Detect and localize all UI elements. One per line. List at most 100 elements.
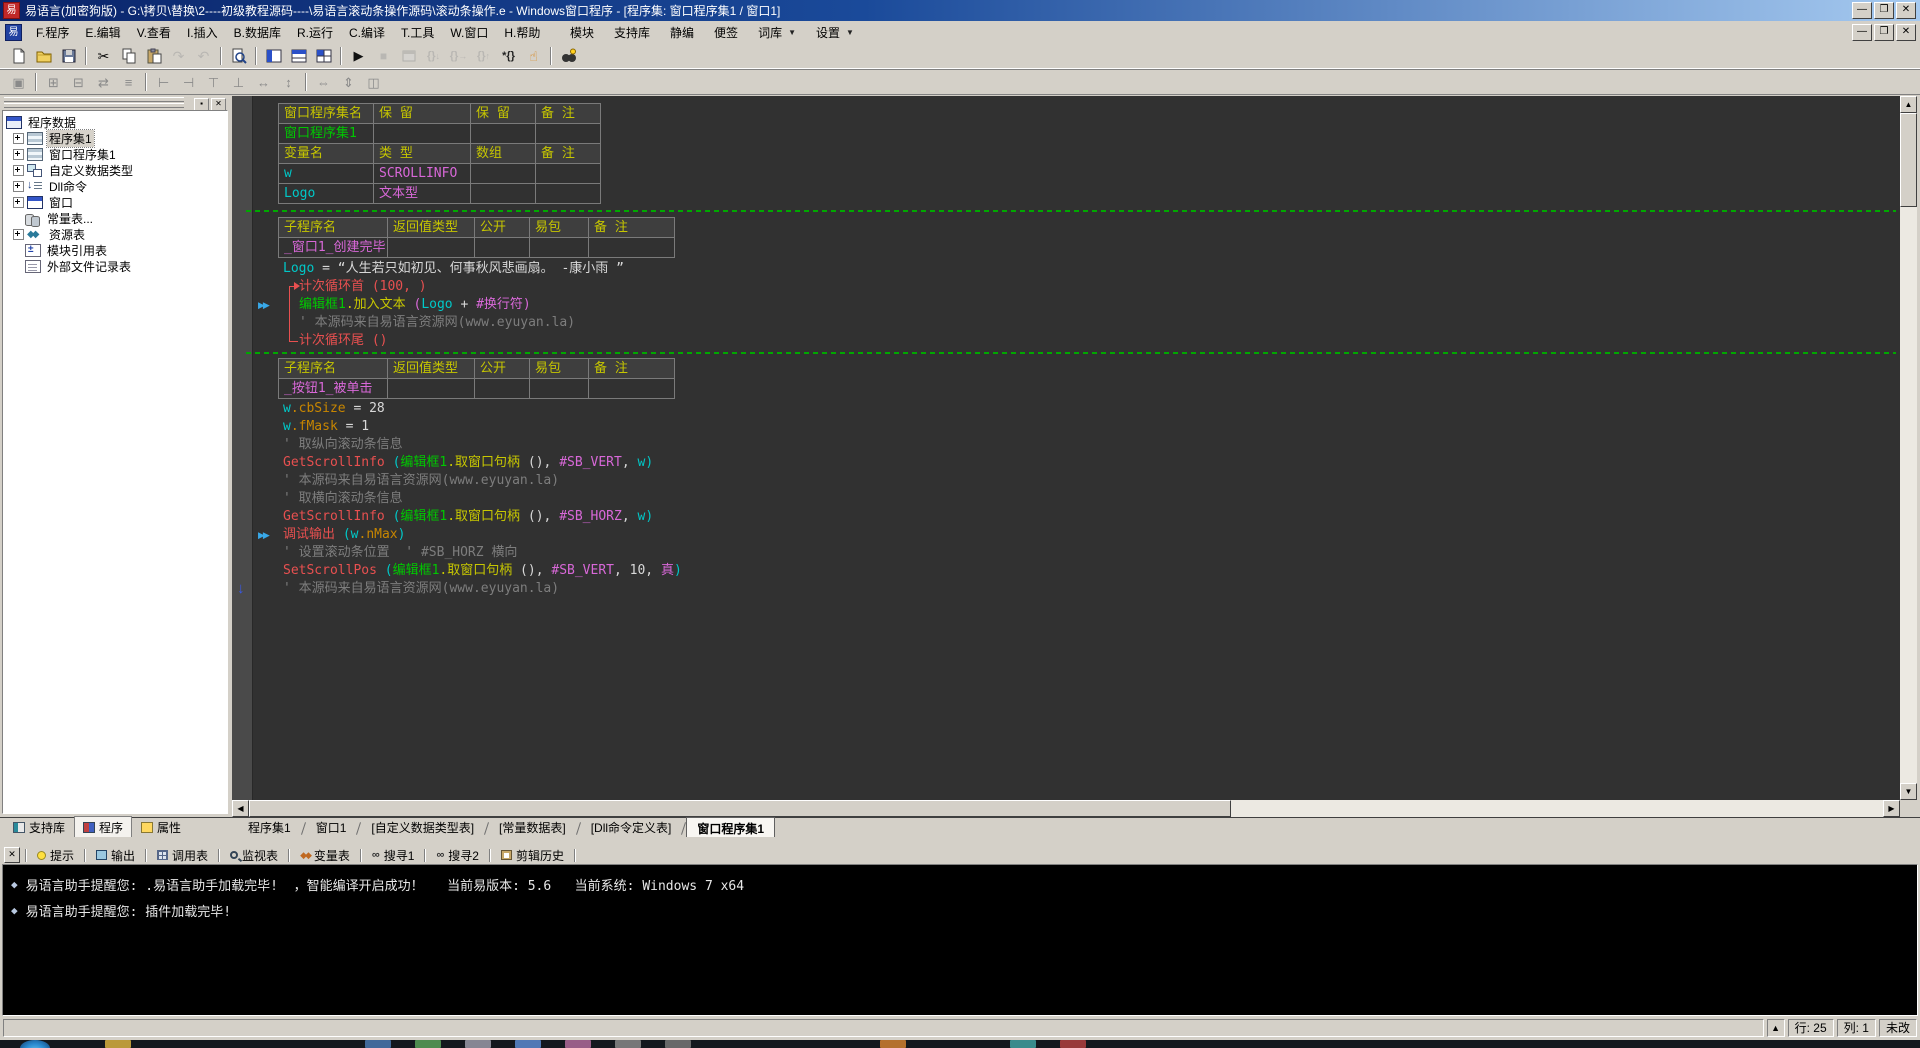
vertical-scroll-thumb[interactable] <box>1900 113 1917 207</box>
find-button[interactable] <box>226 45 251 66</box>
tree-item-resource-table[interactable]: 资源表 <box>3 226 227 242</box>
menu-notes[interactable]: 便签 <box>704 21 748 44</box>
code-line[interactable]: 编辑框1.加入文本 (Logo + #换行符) <box>299 296 531 314</box>
doc-tab-custom-datatype-table[interactable]: [自定义数据类型表] <box>361 817 484 839</box>
table-cell[interactable] <box>536 184 601 204</box>
menu-support-lib[interactable]: 支持库 <box>604 21 660 44</box>
table-header-cell[interactable]: 备 注 <box>589 218 675 238</box>
new-file-button[interactable] <box>6 45 31 66</box>
code-line[interactable]: GetScrollInfo (编辑框1.取窗口句柄 (), #SB_HORZ, … <box>283 508 653 526</box>
space-vertical-button[interactable]: ↕ <box>276 72 301 93</box>
menu-run[interactable]: R.运行 <box>289 21 341 44</box>
tree-item-window-assembly-1[interactable]: 窗口程序集1 <box>3 146 227 162</box>
tree-item-module-ref-table[interactable]: 模块引用表 <box>3 242 227 258</box>
table-header-cell[interactable]: 备 注 <box>536 144 601 164</box>
definition-table[interactable]: 子程序名返回值类型公开易包备 注_按钮1_被单击 <box>278 358 675 399</box>
tree-item-windows[interactable]: 窗口 <box>3 194 227 210</box>
tab-order-button[interactable]: ≡ <box>116 72 141 93</box>
code-line[interactable]: GetScrollInfo (编辑框1.取窗口句柄 (), #SB_VERT, … <box>283 454 653 472</box>
table-cell[interactable] <box>589 238 675 258</box>
pause-button[interactable]: ☝ <box>521 45 546 66</box>
table-cell[interactable] <box>536 124 601 144</box>
scroll-down-icon[interactable]: ▼ <box>1900 783 1917 800</box>
table-cell[interactable]: SCROLLINFO <box>374 164 471 184</box>
output-close-button[interactable]: ✕ <box>4 847 20 863</box>
table-header-cell[interactable]: 变量名 <box>279 144 374 164</box>
tree-item-program-data[interactable]: 程序数据 <box>3 114 227 130</box>
tree-item-dll-commands[interactable]: Dll命令 <box>3 178 227 194</box>
view-program-panel-button[interactable] <box>261 45 286 66</box>
editor-horizontal-scrollbar[interactable]: ◀ ▶ <box>232 800 1900 817</box>
child-minimize-button[interactable]: — <box>1852 24 1872 41</box>
definition-table[interactable]: 窗口程序集名保 留保 留备 注窗口程序集1变量名类 型数组备 注wSCROLLI… <box>278 103 601 204</box>
table-cell[interactable] <box>388 238 475 258</box>
copy-button[interactable] <box>116 45 141 66</box>
table-header-cell[interactable]: 返回值类型 <box>388 218 475 238</box>
pinned-app-icon[interactable] <box>565 1040 591 1048</box>
output-tab-hint[interactable]: 提示 <box>28 846 83 865</box>
insert-column-button[interactable]: ⊞ <box>41 72 66 93</box>
table-header-cell[interactable]: 子程序名 <box>279 218 388 238</box>
table-cell[interactable] <box>475 379 530 399</box>
code-line[interactable]: w.fMask = 1 <box>283 418 369 436</box>
output-tab-output[interactable]: 输出 <box>87 846 144 865</box>
menu-help[interactable]: H.帮助 <box>496 21 548 44</box>
table-cell[interactable] <box>589 379 675 399</box>
tree-item-assembly-1[interactable]: 程序集1 <box>3 130 227 146</box>
align-top-edges-button[interactable]: ⊤ <box>201 72 226 93</box>
table-header-cell[interactable]: 公开 <box>475 359 530 379</box>
table-cell[interactable] <box>471 124 536 144</box>
close-button[interactable]: ✕ <box>1896 2 1916 19</box>
scroll-right-icon[interactable]: ▶ <box>1883 800 1900 817</box>
definition-table[interactable]: 子程序名返回值类型公开易包备 注_窗口1_创建完毕 <box>278 217 675 258</box>
table-cell[interactable]: _按钮1_被单击 <box>279 379 388 399</box>
table-cell[interactable] <box>374 124 471 144</box>
menu-insert[interactable]: I.插入 <box>179 21 226 44</box>
pinned-app-icon[interactable] <box>415 1040 441 1048</box>
code-line[interactable]: Logo = “人生若只如初见、何事秋风悲画扇。 -康小雨 ” <box>283 260 624 278</box>
output-tab-search-2[interactable]: ∞搜寻2 <box>427 846 488 865</box>
table-header-cell[interactable]: 类 型 <box>374 144 471 164</box>
expand-plus-icon[interactable] <box>13 133 24 144</box>
doc-tab-dll-define-table[interactable]: [Dll命令定义表] <box>581 817 682 839</box>
pinned-app-icon[interactable] <box>1010 1040 1036 1048</box>
pinned-app-icon[interactable] <box>615 1040 641 1048</box>
pinned-app-icon[interactable] <box>105 1040 131 1048</box>
doc-tab-assembly-1[interactable]: 程序集1 <box>238 817 301 839</box>
output-console[interactable]: ◆易语言助手提醒您: .易语言助手加载完毕! ，智能编译开启成功！ 当前易版本:… <box>2 864 1918 1016</box>
insert-row-button[interactable]: ⊟ <box>66 72 91 93</box>
code-line[interactable]: ' 取横向滚动条信息 <box>283 490 403 508</box>
pinned-app-icon[interactable] <box>515 1040 541 1048</box>
table-header-cell[interactable]: 返回值类型 <box>388 359 475 379</box>
code-editor[interactable]: 窗口程序集名保 留保 留备 注窗口程序集1变量名类 型数组备 注wSCROLLI… <box>232 96 1900 800</box>
table-header-cell[interactable]: 保 留 <box>471 104 536 124</box>
menu-tools[interactable]: T.工具 <box>393 21 442 44</box>
menu-program[interactable]: F.程序 <box>28 21 77 44</box>
menu-view[interactable]: V.查看 <box>129 21 179 44</box>
table-header-cell[interactable]: 备 注 <box>589 359 675 379</box>
horizontal-scroll-thumb[interactable] <box>249 800 1231 817</box>
table-cell[interactable] <box>530 238 589 258</box>
same-size-button[interactable]: ◫ <box>361 72 386 93</box>
code-line[interactable]: ' 取纵向滚动条信息 <box>283 436 403 454</box>
child-restore-button[interactable]: ❐ <box>1874 24 1894 41</box>
expand-plus-icon[interactable] <box>13 165 24 176</box>
menu-lexicon[interactable]: 词库▼ <box>748 21 806 44</box>
caret-jump-button[interactable]: ▲ <box>1767 1019 1785 1037</box>
menu-edit[interactable]: E.编辑 <box>77 21 128 44</box>
table-header-cell[interactable]: 窗口程序集名 <box>279 104 374 124</box>
panel-grip[interactable]: ▪ ✕ <box>2 97 230 110</box>
view-output-panel-button[interactable] <box>286 45 311 66</box>
form-preview-button[interactable]: ▣ <box>6 72 31 93</box>
table-cell[interactable] <box>388 379 475 399</box>
expand-plus-icon[interactable] <box>13 197 24 208</box>
table-header-cell[interactable]: 保 留 <box>374 104 471 124</box>
table-header-cell[interactable]: 公开 <box>475 218 530 238</box>
table-header-cell[interactable]: 易包 <box>530 359 589 379</box>
pinned-app-icon[interactable] <box>880 1040 906 1048</box>
maximize-button[interactable]: ❐ <box>1874 2 1894 19</box>
align-left-edges-button[interactable]: ⊢ <box>151 72 176 93</box>
pinned-app-icon[interactable] <box>465 1040 491 1048</box>
expand-plus-icon[interactable] <box>13 181 24 192</box>
menu-module[interactable]: 模块 <box>560 21 604 44</box>
